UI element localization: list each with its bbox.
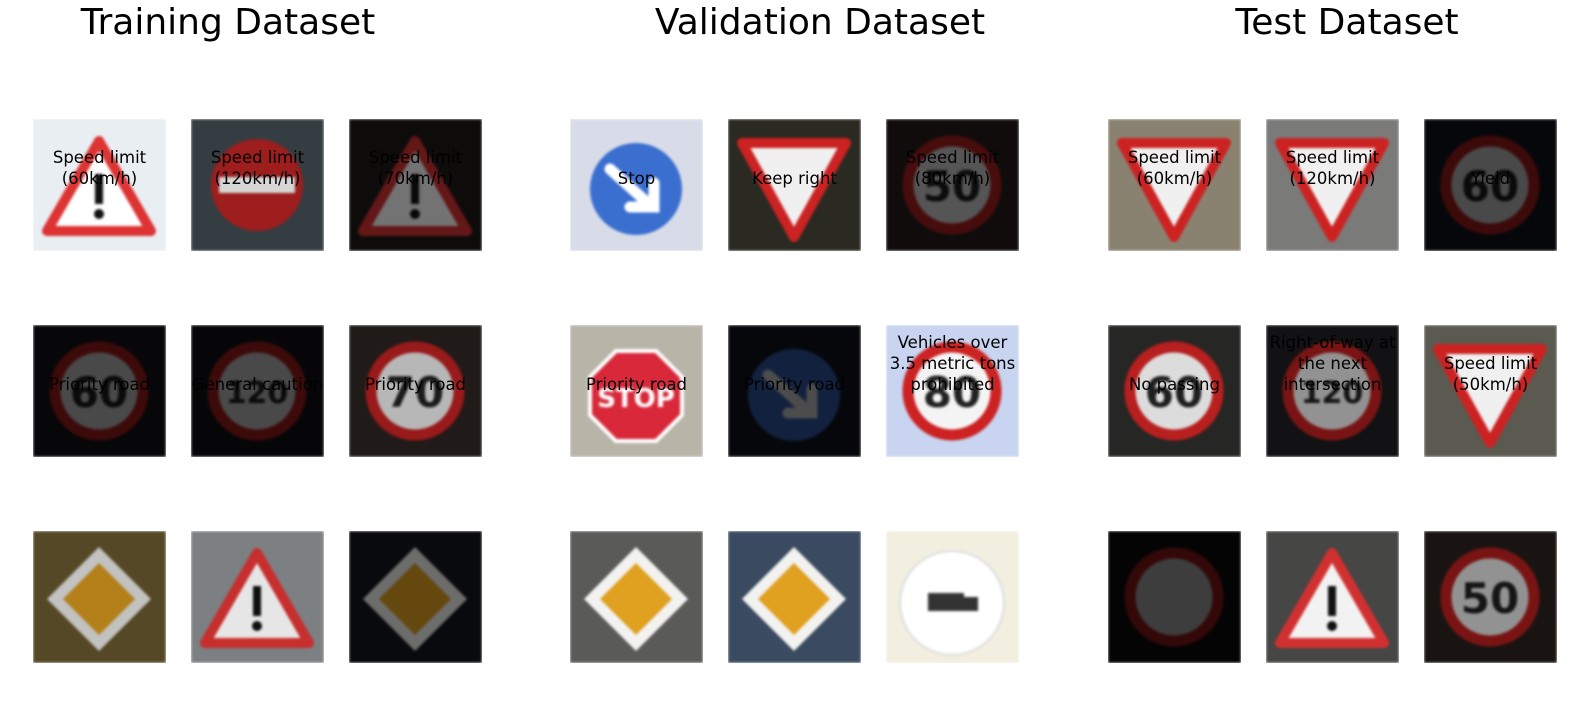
image-label: Vehicles over 3.5 metric tons prohibited	[889, 333, 1016, 394]
traffic-sign-image	[191, 531, 324, 663]
warning-triangle-icon	[191, 531, 324, 663]
image-label: Speed limit (50km/h)	[1443, 354, 1538, 394]
priority-diamond-icon	[33, 531, 166, 663]
image-label: Priority road	[364, 375, 467, 394]
priority-diamond-icon	[349, 531, 482, 663]
no-trucks-icon	[886, 531, 1019, 663]
speed-limit-icon: 50	[1424, 531, 1557, 663]
traffic-sign-image: 50	[1424, 531, 1557, 663]
priority-diamond-icon	[728, 531, 861, 663]
group-title: Training Dataset	[80, 2, 376, 43]
traffic-sign-image	[570, 531, 703, 663]
image-label: Speed limit (70km/h)	[368, 148, 463, 188]
group-title: Validation Dataset	[654, 2, 986, 43]
traffic-sign-image	[349, 531, 482, 663]
traffic-sign-image	[33, 531, 166, 663]
speed-limit-icon	[1108, 531, 1241, 663]
traffic-sign-image	[728, 531, 861, 663]
image-label: Yield	[1470, 169, 1511, 188]
svg-text:50: 50	[1461, 574, 1519, 623]
warning-triangle-icon	[1266, 531, 1399, 663]
traffic-sign-image	[886, 531, 1019, 663]
traffic-sign-image	[1108, 531, 1241, 663]
traffic-sign-image	[1266, 531, 1399, 663]
priority-diamond-icon	[570, 531, 703, 663]
group-title: Test Dataset	[1235, 2, 1459, 43]
image-label: Speed limit (80km/h)	[905, 148, 1000, 188]
